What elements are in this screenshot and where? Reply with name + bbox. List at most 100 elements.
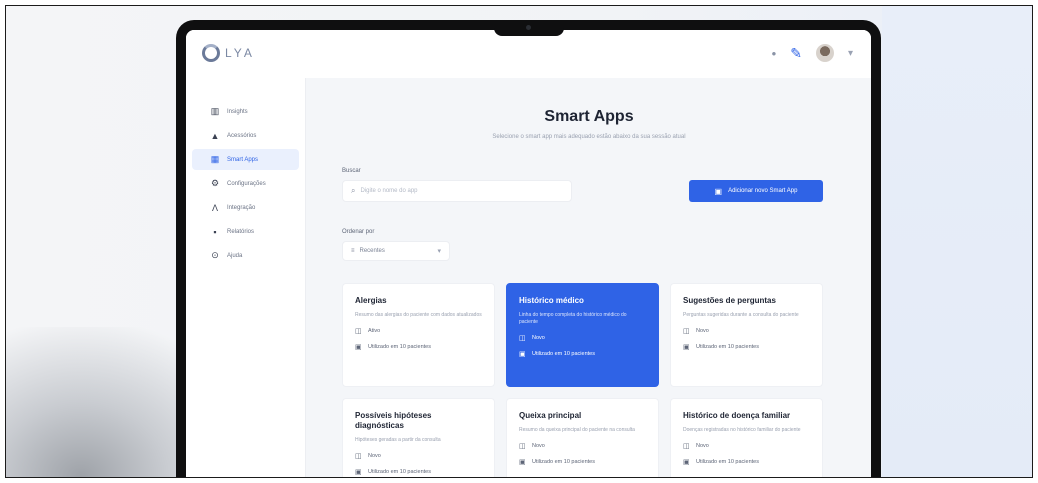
help-icon: ⊙ (211, 250, 219, 260)
sidebar-item-integracao[interactable]: Λ Integração (192, 197, 299, 218)
app-card[interactable]: Sugestões de perguntas Perguntas sugerid… (670, 283, 823, 387)
sidebar-item-relatorios[interactable]: ▪ Relatórios (192, 221, 299, 242)
card-status: ◫ Novo (355, 452, 482, 460)
chevron-down-icon: ▾ (437, 248, 441, 255)
tag-icon: ◫ (355, 453, 362, 460)
camera-icon (526, 25, 531, 30)
calendar-icon: ▣ (683, 459, 690, 466)
bell-icon[interactable]: • (772, 46, 777, 61)
card-status: ◫ Novo (519, 442, 646, 450)
card-status-text: Ativo (368, 328, 381, 334)
logo[interactable]: LYA (202, 44, 255, 62)
sidebar-item-ajuda[interactable]: ⊙ Ajuda (192, 245, 299, 266)
pin-icon[interactable]: ✎ (790, 45, 802, 62)
card-usage: ▣ Utilizado em 10 pacientes (519, 458, 646, 466)
sort-label: Ordenar por (342, 229, 375, 235)
tag-icon: ◫ (355, 328, 362, 335)
calendar-icon: ▣ (714, 186, 723, 196)
card-usage-text: Utilizado em 10 pacientes (368, 344, 431, 350)
search-input[interactable]: ⌕ Digite o nome do app (342, 180, 572, 202)
link-icon: Λ (211, 202, 218, 213)
card-status: ◫ Novo (683, 327, 810, 335)
sidebar-item-label: Insights (227, 108, 248, 115)
background-panel (882, 6, 1032, 477)
top-right-actions: • ✎ ▾ (772, 44, 853, 62)
sidebar-item-acessorios[interactable]: ▲ Acessórios (192, 125, 299, 146)
top-bar: LYA • ✎ ▾ (186, 30, 871, 78)
triangle-icon: ▲ (210, 130, 220, 141)
calendar-icon: ▣ (355, 344, 362, 351)
search-label: Buscar (342, 168, 361, 174)
app-screen: LYA • ✎ ▾ ▥ Insights ▲ Acessórios ▦ Smar… (186, 30, 871, 477)
card-status-text: Novo (696, 328, 709, 334)
sidebar-item-label: Relatórios (227, 228, 255, 235)
sidebar-item-configuracoes[interactable]: ⚙ Configurações (192, 173, 299, 194)
sidebar-item-label: Ajuda (227, 252, 243, 259)
photo-frame: LYA • ✎ ▾ ▥ Insights ▲ Acessórios ▦ Smar… (5, 5, 1033, 478)
card-title: Alergias (355, 296, 387, 305)
file-icon: ▪ (213, 226, 217, 237)
card-description: Resumo das alergias do paciente com dado… (355, 312, 482, 318)
sidebar-item-label: Smart Apps (227, 156, 259, 163)
tag-icon: ◫ (683, 443, 690, 450)
app-card[interactable]: Queixa principal Resumo da queixa princi… (506, 398, 659, 477)
page-title: Smart Apps (544, 108, 634, 125)
card-description: Hipóteses geradas a partir da consulta (355, 437, 441, 443)
sort-value: Recentes (359, 248, 385, 254)
avatar[interactable] (815, 44, 834, 62)
card-status: ◫ Novo (519, 334, 646, 342)
app-card-selected[interactable]: Histórico médico Linha do tempo completa… (506, 283, 659, 387)
card-title: Queixa principal (519, 411, 582, 420)
card-usage-text: Utilizado em 10 pacientes (532, 459, 595, 465)
card-usage-text: Utilizado em 10 pacientes (696, 459, 759, 465)
grid-icon: ▦ (210, 154, 220, 164)
card-usage: ▣ Utilizado em 10 pacientes (683, 458, 810, 466)
card-status-text: Novo (532, 443, 545, 449)
tag-icon: ◫ (519, 335, 526, 342)
tag-icon: ◫ (683, 328, 690, 335)
card-usage: ▣ Utilizado em 10 pacientes (683, 343, 810, 351)
chart-icon: ▥ (210, 106, 220, 116)
card-status: ◫ Ativo (355, 327, 482, 335)
laptop-bezel: LYA • ✎ ▾ ▥ Insights ▲ Acessórios ▦ Smar… (176, 20, 881, 477)
card-description: Doenças registradas no histórico familia… (683, 427, 801, 433)
app-card[interactable]: Possíveis hipóteses diagnósticas Hipótes… (342, 398, 495, 477)
card-usage: ▣ Utilizado em 10 pacientes (355, 343, 482, 351)
app-card[interactable]: Alergias Resumo das alergias do paciente… (342, 283, 495, 387)
logo-text: LYA (225, 46, 255, 60)
card-title: Possíveis hipóteses diagnósticas (355, 411, 432, 430)
card-description: Linha do tempo completa do histórico méd… (519, 312, 627, 325)
main-content: Smart Apps Selecione o smart app mais ad… (307, 78, 871, 477)
calendar-icon: ▣ (683, 344, 690, 351)
sort-icon: ≡ (351, 248, 355, 254)
card-usage-text: Utilizado em 10 pacientes (368, 469, 431, 475)
sidebar: ▥ Insights ▲ Acessórios ▦ Smart Apps ⚙ C… (186, 78, 306, 477)
card-usage-text: Utilizado em 10 pacientes (696, 344, 759, 350)
sidebar-item-smart-apps[interactable]: ▦ Smart Apps (192, 149, 299, 170)
card-status-text: Novo (368, 453, 381, 459)
sidebar-item-insights[interactable]: ▥ Insights (192, 101, 299, 122)
card-status-text: Novo (532, 335, 545, 341)
search-icon: ⌕ (351, 186, 356, 195)
card-status: ◫ Novo (683, 442, 810, 450)
chevron-down-icon[interactable]: ▾ (848, 48, 853, 59)
add-smart-app-button[interactable]: ▣ Adicionar novo Smart App (689, 180, 823, 202)
search-placeholder: Digite o nome do app (360, 188, 418, 194)
logo-mark-icon (202, 44, 220, 62)
gear-icon: ⚙ (210, 178, 220, 188)
card-usage-text: Utilizado em 10 pacientes (532, 351, 595, 357)
sidebar-item-label: Configurações (227, 180, 266, 187)
sidebar-item-label: Acessórios (227, 132, 257, 139)
app-card[interactable]: Histórico de doença familiar Doenças reg… (670, 398, 823, 477)
calendar-icon: ▣ (519, 459, 526, 466)
card-title: Histórico médico (519, 296, 584, 305)
sidebar-item-label: Integração (227, 204, 256, 211)
card-title: Histórico de doença familiar (683, 411, 791, 420)
card-description: Resumo da queixa principal do paciente n… (519, 427, 635, 433)
tag-icon: ◫ (519, 443, 526, 450)
page-subtitle: Selecione o smart app mais adequado estã… (492, 134, 686, 140)
card-description: Perguntas sugeridas durante a consulta d… (683, 312, 799, 318)
card-status-text: Novo (696, 443, 709, 449)
card-usage: ▣ Utilizado em 10 pacientes (519, 350, 646, 358)
sort-select[interactable]: ≡ Recentes ▾ (342, 241, 450, 261)
